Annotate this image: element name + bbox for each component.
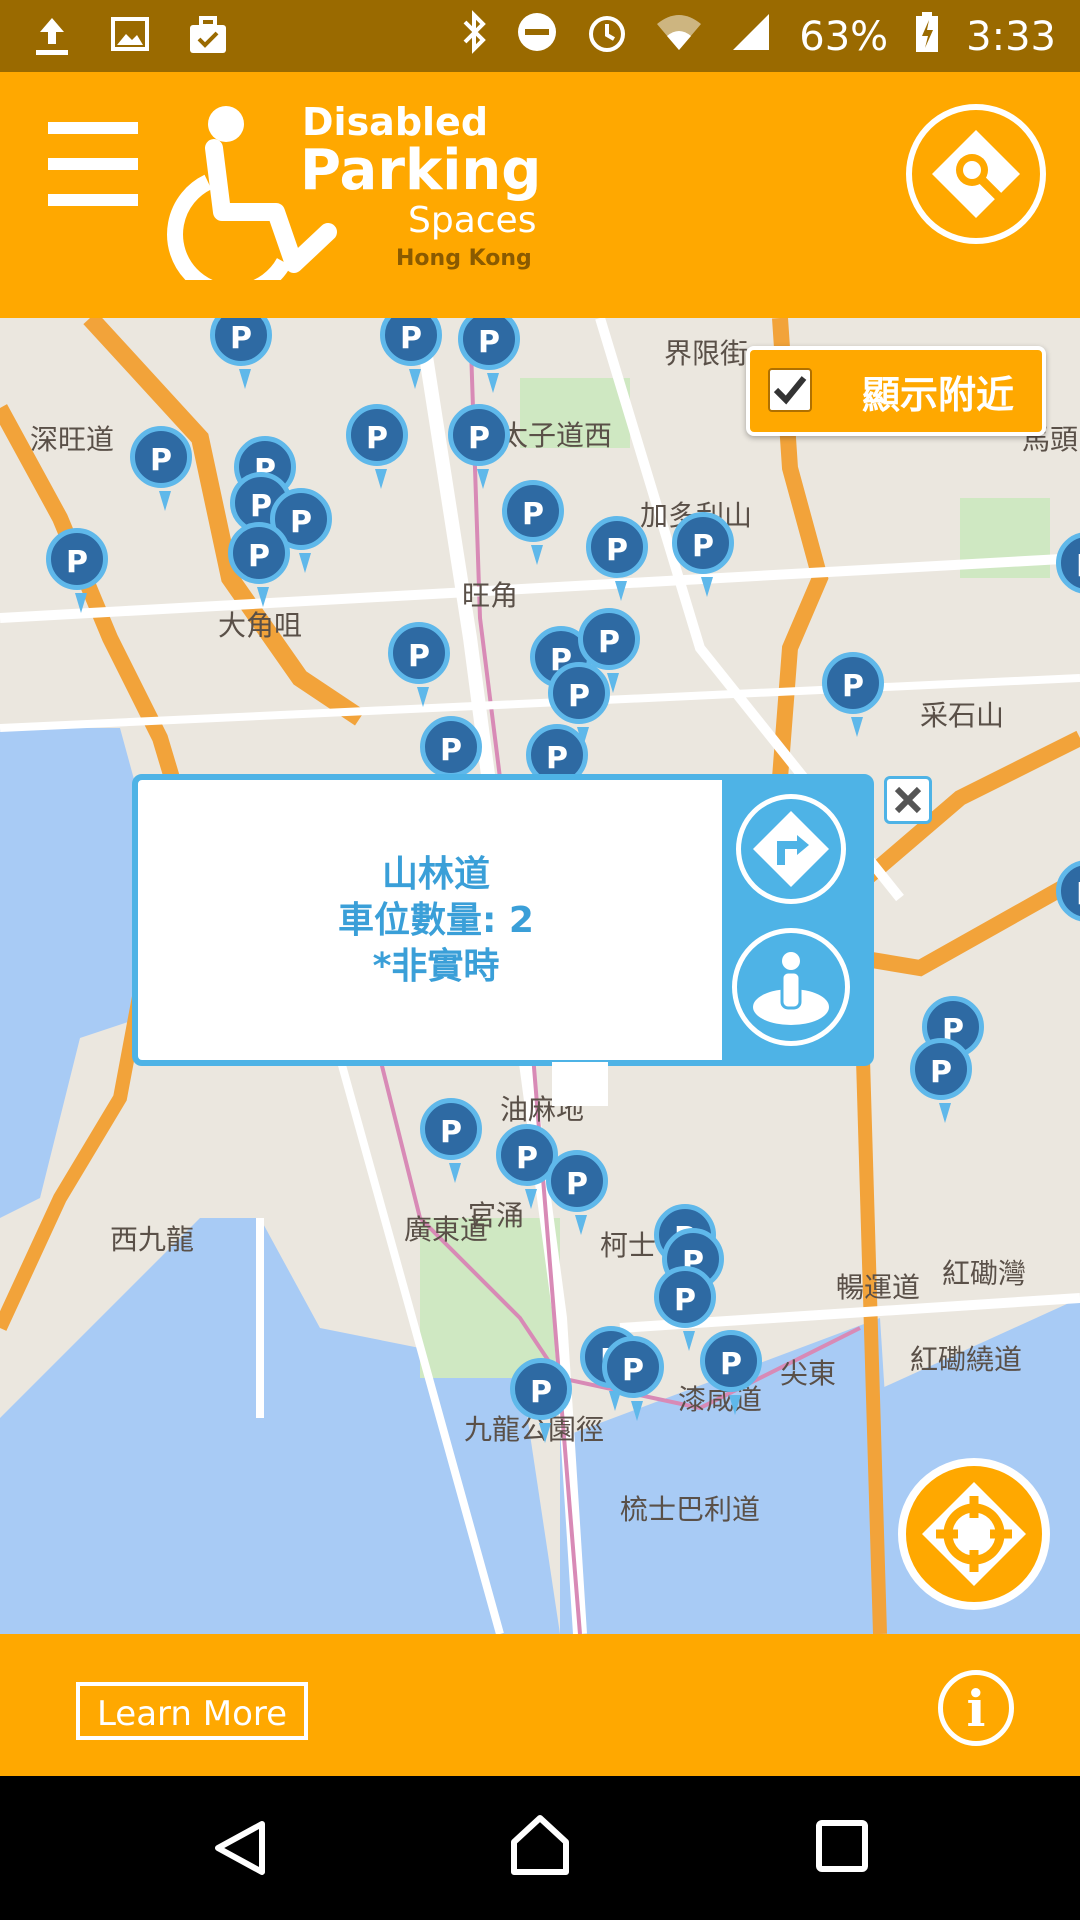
map-label: 梳士巴利道 bbox=[620, 1493, 761, 1526]
my-location-button[interactable] bbox=[898, 1458, 1050, 1610]
alarm-icon bbox=[585, 10, 629, 64]
parking-marker[interactable]: P bbox=[700, 1330, 762, 1415]
system-nav-bar bbox=[0, 1776, 1080, 1920]
parking-marker[interactable]: P bbox=[420, 1098, 482, 1183]
map-label: 大角咀 bbox=[218, 609, 303, 642]
popup-space-count: 車位數量: 2 bbox=[338, 900, 534, 941]
nearby-label: 顯示附近 bbox=[862, 373, 1015, 417]
parking-marker[interactable]: P bbox=[228, 522, 290, 607]
parking-marker[interactable]: P bbox=[586, 516, 648, 601]
menu-button[interactable] bbox=[48, 118, 138, 210]
signal-icon bbox=[729, 10, 773, 64]
map-label: 旺角 bbox=[462, 579, 519, 612]
map-label: 界限街 bbox=[664, 337, 749, 370]
info-button[interactable]: i bbox=[938, 1670, 1014, 1746]
bluetooth-icon bbox=[459, 10, 489, 64]
app-logo: Disabled Parking Spaces Hong Kong bbox=[164, 100, 544, 280]
popup-location: 山林道 bbox=[381, 854, 490, 895]
street-view-button[interactable] bbox=[732, 928, 850, 1046]
directions-button[interactable] bbox=[736, 794, 846, 904]
parking-marker[interactable]: P bbox=[346, 404, 408, 489]
parking-marker[interactable]: P bbox=[502, 480, 564, 565]
parking-marker[interactable]: P bbox=[654, 1266, 716, 1351]
map-label: 紅磡繞道 bbox=[910, 1343, 1023, 1376]
wifi-icon bbox=[655, 10, 703, 64]
parking-marker[interactable]: P bbox=[910, 1038, 972, 1123]
dnd-icon bbox=[515, 10, 559, 64]
directions-icon bbox=[753, 811, 829, 887]
info-icon: i bbox=[966, 1679, 986, 1738]
crosshair-icon bbox=[922, 1482, 1026, 1586]
map-search-button[interactable] bbox=[906, 104, 1046, 244]
street-view-icon bbox=[753, 952, 829, 1025]
parking-marker[interactable]: P bbox=[548, 662, 610, 747]
parking-marker[interactable]: P bbox=[546, 1150, 608, 1235]
parking-marker[interactable]: P bbox=[130, 426, 192, 511]
logo-line4: Hong Kong bbox=[396, 246, 532, 271]
briefcase-icon bbox=[186, 14, 230, 62]
logo-line2: Parking bbox=[300, 138, 542, 203]
close-popup-button[interactable] bbox=[884, 776, 932, 824]
popup-actions bbox=[722, 780, 868, 1060]
learn-more-button[interactable]: Learn More bbox=[76, 1682, 308, 1740]
parking-marker[interactable]: P bbox=[578, 608, 640, 693]
upload-icon bbox=[30, 14, 74, 62]
parking-marker[interactable]: P bbox=[602, 1336, 664, 1421]
back-icon[interactable] bbox=[210, 1818, 270, 1878]
close-icon bbox=[894, 786, 922, 814]
status-bar: 63% 3:33 bbox=[0, 0, 1080, 72]
map-label: 太子道西 bbox=[500, 419, 613, 452]
logo-line3: Spaces bbox=[408, 200, 537, 241]
nearby-checkbox[interactable] bbox=[768, 368, 812, 412]
battery-text: 63% bbox=[799, 14, 889, 60]
battery-icon bbox=[914, 10, 940, 64]
map-label: 尖東 bbox=[780, 1357, 837, 1390]
clock: 3:33 bbox=[966, 14, 1056, 60]
parking-info-popup: 山林道 車位數量: 2 *非實時 bbox=[132, 774, 874, 1066]
parking-marker[interactable]: P bbox=[46, 528, 108, 613]
map-search-icon bbox=[932, 130, 1020, 218]
popup-pointer bbox=[552, 1062, 608, 1106]
map-label: 采石山 bbox=[920, 699, 1005, 732]
parking-marker[interactable]: P bbox=[822, 652, 884, 737]
parking-marker[interactable]: P bbox=[672, 512, 734, 597]
popup-text: 山林道 車位數量: 2 *非實時 bbox=[138, 852, 734, 990]
checkmark-icon bbox=[773, 376, 807, 405]
map-label: 紅磡灣 bbox=[942, 1257, 1027, 1290]
home-icon[interactable] bbox=[508, 1812, 572, 1878]
parking-marker[interactable]: P bbox=[388, 622, 450, 707]
map-label: 暢運道 bbox=[836, 1271, 921, 1304]
map-label: 廣東道 bbox=[404, 1213, 489, 1246]
parking-marker[interactable]: P bbox=[448, 404, 510, 489]
image-icon bbox=[110, 14, 150, 62]
parking-marker[interactable]: P bbox=[510, 1358, 572, 1443]
map-label: 深旺道 bbox=[30, 423, 115, 456]
show-nearby-toggle[interactable]: 顯示附近 bbox=[746, 346, 1046, 436]
map-label: 西九龍 bbox=[110, 1223, 195, 1256]
parking-marker[interactable]: P bbox=[420, 716, 482, 801]
popup-note: *非實時 bbox=[372, 946, 500, 987]
recents-icon[interactable] bbox=[814, 1818, 870, 1874]
